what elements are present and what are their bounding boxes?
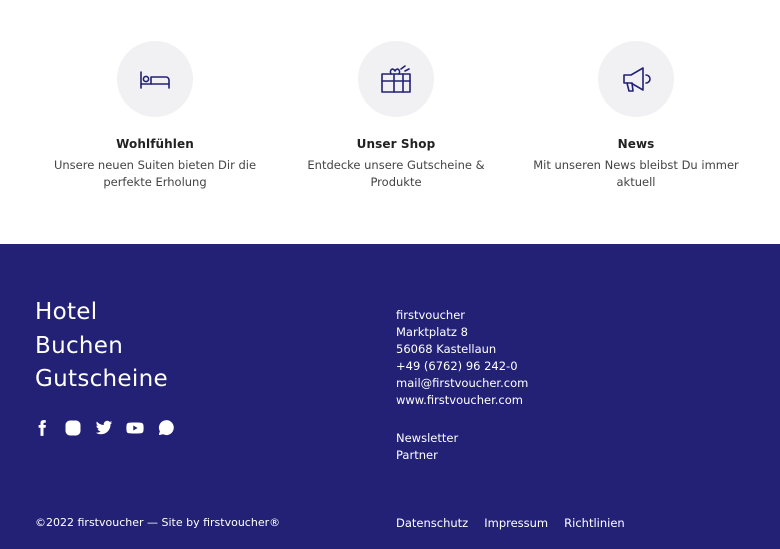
copyright-text: ©2022 firstvoucher — Site by firstvouche…	[35, 516, 281, 529]
richtlinien-link[interactable]: Richtlinien	[564, 516, 625, 530]
contact-company: firstvoucher	[396, 308, 466, 322]
brand-line: Gutscheine	[35, 366, 168, 392]
contact-website[interactable]: www.firstvoucher.com	[396, 392, 528, 409]
legal-links: Datenschutz Impressum Richtlinien	[396, 516, 625, 530]
whatsapp-icon	[158, 420, 174, 436]
contact-street: Marktplatz 8	[396, 325, 468, 339]
partner-link[interactable]: Partner	[396, 447, 458, 464]
whatsapp-link[interactable]	[157, 418, 188, 438]
feature-title: Wohlfühlen	[116, 137, 194, 151]
gift-icon	[381, 65, 411, 93]
bed-icon	[140, 71, 170, 89]
footer-brand: Hotel Buchen Gutscheine	[35, 296, 168, 397]
site-footer: Hotel Buchen Gutscheine firstvoucher Mar…	[0, 244, 780, 549]
instagram-link[interactable]	[64, 418, 95, 438]
megaphone-icon	[623, 67, 651, 92]
feature-news[interactable]: News Mit unseren News bleibst Du immer a…	[516, 41, 756, 191]
contact-email[interactable]: mail@firstvoucher.com	[396, 375, 528, 392]
feature-text: Mit unseren News bleibst Du immer aktuel…	[533, 158, 739, 189]
feature-unser-shop[interactable]: Unser Shop Entdecke unsere Gutscheine & …	[276, 41, 516, 191]
datenschutz-link[interactable]: Datenschutz	[396, 516, 468, 530]
facebook-link[interactable]	[33, 418, 64, 438]
contact-phone[interactable]: +49 (6762) 96 242-0	[396, 358, 528, 375]
footer-links: Newsletter Partner	[396, 430, 458, 464]
twitter-icon	[95, 420, 113, 435]
contact-city: 56068 Kastellaun	[396, 342, 497, 356]
feature-icon-circle	[598, 41, 674, 117]
facebook-icon	[38, 420, 46, 436]
instagram-icon	[65, 420, 81, 436]
impressum-link[interactable]: Impressum	[484, 516, 548, 530]
youtube-icon	[126, 422, 144, 434]
newsletter-link[interactable]: Newsletter	[396, 430, 458, 447]
youtube-link[interactable]	[126, 418, 157, 438]
twitter-link[interactable]	[95, 418, 126, 438]
feature-icon-circle	[117, 41, 193, 117]
contact-block: firstvoucher Marktplatz 8 56068 Kastella…	[396, 307, 528, 409]
feature-icon-circle	[358, 41, 434, 117]
feature-text: Unsere neuen Suiten bieten Dir die perfe…	[53, 158, 257, 189]
brand-line: Hotel	[35, 299, 98, 325]
feature-title: Unser Shop	[356, 137, 436, 151]
brand-line: Buchen	[35, 332, 124, 359]
feature-text: Entdecke unsere Gutscheine & Produkte	[307, 158, 485, 189]
feature-wohlfuehlen[interactable]: Wohlfühlen Unsere neuen Suiten bieten Di…	[35, 41, 275, 191]
feature-title: News	[617, 137, 655, 151]
features-section: Wohlfühlen Unsere neuen Suiten bieten Di…	[0, 0, 780, 244]
social-links	[33, 418, 188, 438]
